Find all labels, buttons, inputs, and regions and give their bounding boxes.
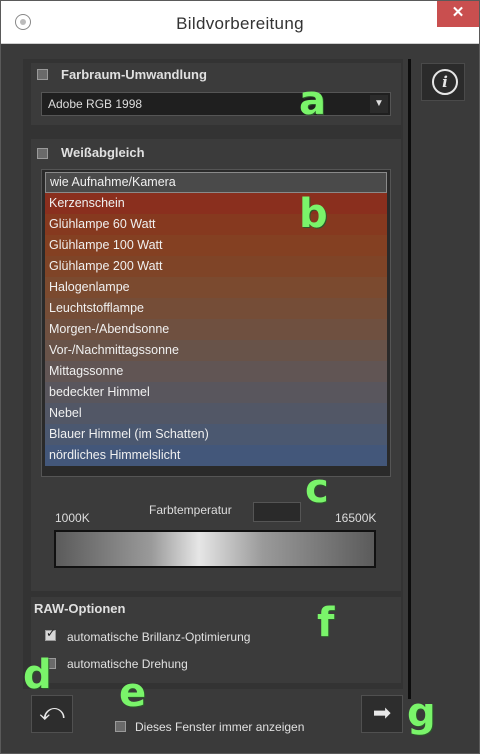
always-show-label: Dieses Fenster immer anzeigen [135,720,305,734]
arrow-right-icon: ➡ [372,700,392,725]
wb-list-item[interactable]: wie Aufnahme/Kamera [45,172,387,193]
temperature-slider[interactable] [54,530,376,568]
always-show-checkbox[interactable] [115,721,126,732]
wb-list-item[interactable]: Halogenlampe [45,277,387,298]
dialog-window: Bildvorbereitung ✕ i Farbraum-Umwandlung… [0,0,480,754]
close-button[interactable]: ✕ [437,1,479,27]
wb-list-item[interactable]: bedeckter Himmel [45,382,387,403]
annotation-f: f [317,600,335,646]
colorspace-selected: Adobe RGB 1998 [48,97,143,111]
wb-list-item[interactable]: Nebel [45,403,387,424]
undo-icon: ⤺ [39,699,65,726]
wb-list-item[interactable]: Leuchtstofflampe [45,298,387,319]
temp-min-label: 1000K [55,511,90,525]
annotation-a: a [299,78,326,124]
annotation-b: b [299,191,328,237]
info-button[interactable]: i [421,63,465,101]
panel-divider [408,59,411,699]
next-button[interactable]: ➡ [361,695,403,733]
title-bar: Bildvorbereitung ✕ [1,1,479,44]
chevron-down-icon[interactable]: ▼ [370,95,388,113]
info-icon: i [432,69,458,95]
wb-list-item[interactable]: Glühlampe 60 Watt [45,214,387,235]
whitebalance-label: Weißabgleich [61,145,145,160]
temp-value-field[interactable] [253,502,301,522]
annotation-g: g [407,690,436,736]
raw-label: RAW-Optionen [34,601,126,616]
wb-list-item[interactable]: Morgen-/Abendsonne [45,319,387,340]
brilliance-checkbox[interactable] [45,626,56,641]
window-title: Bildvorbereitung [176,14,304,33]
annotation-d: d [23,652,52,698]
wb-list-item[interactable]: Blauer Himmel (im Schatten) [45,424,387,445]
annotation-e: e [119,670,147,716]
undo-button[interactable]: ⤺ [31,695,73,733]
whitebalance-list[interactable]: wie Aufnahme/Kamera Kerzenschein Glühlampe… [41,169,391,477]
temp-label: Farbtemperatur [149,503,232,517]
wb-list-item[interactable]: nördliches Himmelslicht [45,445,387,466]
rotation-label: automatische Drehung [67,657,188,671]
wb-list-item[interactable]: Kerzenschein [45,193,387,214]
colorspace-dropdown[interactable]: Adobe RGB 1998 ▼ [41,92,391,116]
colorspace-label: Farbraum-Umwandlung [61,67,207,82]
annotation-c: c [305,466,329,512]
temp-max-label: 16500K [335,511,377,525]
brilliance-label: automatische Brillanz-Optimierung [67,630,251,644]
wb-list-item[interactable]: Glühlampe 200 Watt [45,256,387,277]
wb-list-item[interactable]: Mittagssonne [45,361,387,382]
whitebalance-checkbox[interactable] [37,148,48,159]
colorspace-checkbox[interactable] [37,69,48,80]
wb-list-item[interactable]: Vor-/Nachmittagssonne [45,340,387,361]
wb-list-item[interactable]: Glühlampe 100 Watt [45,235,387,256]
